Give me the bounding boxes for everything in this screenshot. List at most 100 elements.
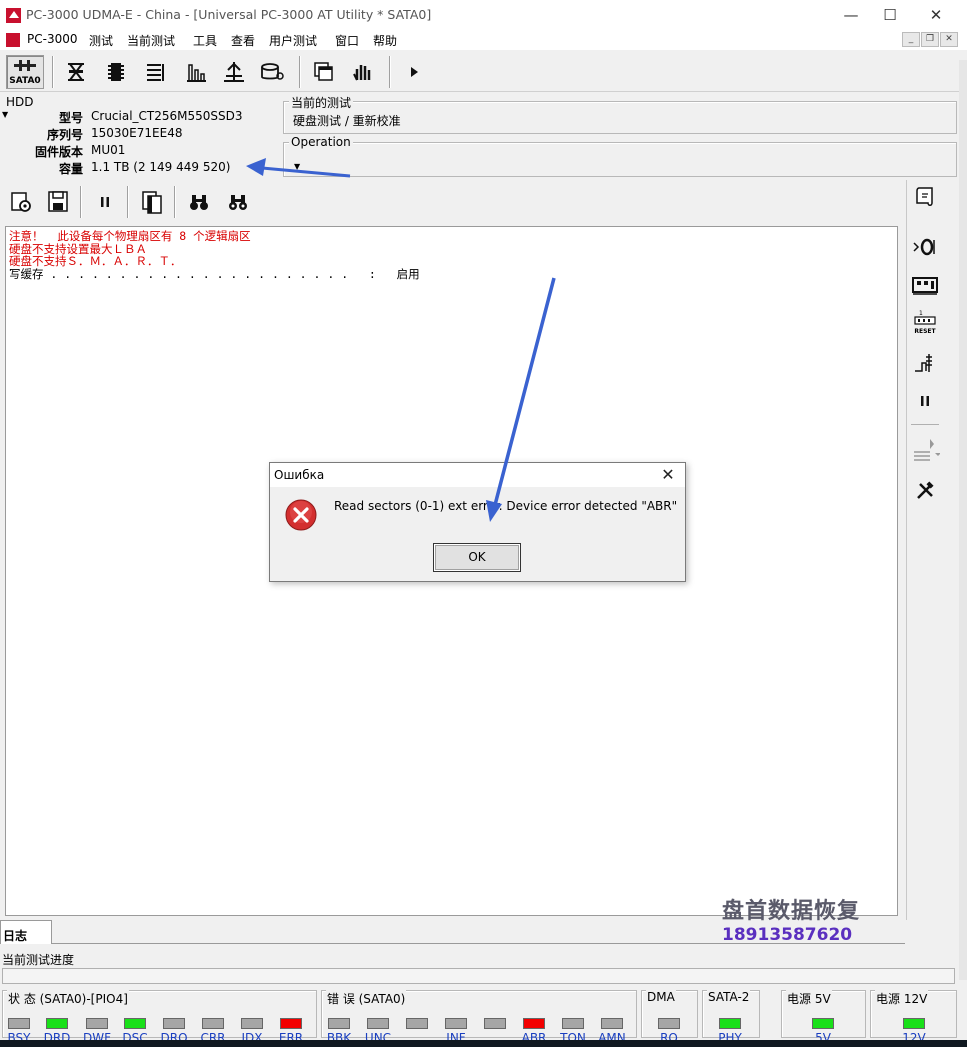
hand-tool-button[interactable] — [347, 57, 377, 87]
model-key: 型号 — [58, 111, 83, 125]
right-edge-strip — [959, 60, 967, 980]
led-indicator — [367, 1018, 389, 1029]
watermark: 盘首数据恢复 18913587620 — [722, 893, 860, 945]
drive-stack-icon — [68, 63, 84, 81]
disk-button[interactable] — [257, 57, 287, 87]
circuit-board-icon — [912, 277, 938, 295]
copy-button[interactable] — [137, 187, 167, 217]
play-icon — [411, 67, 418, 77]
led-indicator — [202, 1018, 224, 1029]
pause-side-button[interactable] — [910, 386, 940, 416]
ok-button[interactable]: OK — [433, 543, 521, 572]
dialog-message: Read sectors (0-1) ext error. Device err… — [334, 499, 678, 513]
led-indicator — [406, 1018, 428, 1029]
maximize-button[interactable]: ☐ — [867, 0, 913, 30]
list-button[interactable] — [141, 57, 171, 87]
reset-icon: RESET 1 — [914, 310, 936, 335]
led-indicator — [445, 1018, 467, 1029]
menu-user-tests[interactable]: 用户测试 — [269, 32, 317, 49]
sata-port-button[interactable]: SATA0 — [6, 55, 44, 89]
window-title: PC-3000 UDMA-E - China - [Universal PC-3… — [26, 7, 432, 22]
menu-pc3000[interactable]: PC-3000 — [27, 32, 77, 46]
error-dialog: Ошибка ✕ Read sectors (0-1) ext error. D… — [269, 462, 686, 582]
menu-current-test[interactable]: 当前测试 — [127, 32, 175, 49]
menu-test[interactable]: 测试 — [89, 32, 113, 49]
app-menu-icon[interactable] — [6, 33, 20, 47]
menu-view[interactable]: 查看 — [231, 32, 255, 49]
toolbar-separator — [80, 186, 82, 218]
board-button[interactable] — [910, 270, 940, 300]
zero-fill-button[interactable] — [910, 232, 940, 262]
reset-button[interactable]: RESET 1 — [910, 308, 940, 338]
progress-bar — [2, 968, 955, 984]
main-toolbar: SATA0 — [0, 52, 967, 92]
led-indicator — [658, 1018, 680, 1029]
svg-text:RESET: RESET — [914, 328, 936, 335]
model-value: Crucial_CT256M550SSD3 — [91, 109, 243, 123]
led-indicator — [241, 1018, 263, 1029]
chip-button[interactable] — [101, 57, 131, 87]
dialog-title-bar: Ошибка ✕ — [270, 463, 685, 487]
menu-help[interactable]: 帮助 — [373, 32, 397, 49]
toolbar-separator — [127, 186, 129, 218]
led-indicator — [86, 1018, 108, 1029]
mdi-close-button[interactable]: ✕ — [940, 32, 958, 47]
binoculars-next-icon — [229, 195, 247, 210]
disabled-step-button[interactable] — [910, 436, 940, 466]
chart-button[interactable] — [181, 57, 211, 87]
tab-log[interactable]: 日志 — [0, 920, 52, 944]
scroll-doc-button[interactable] — [910, 182, 940, 212]
firmware-key: 固件版本 — [34, 145, 83, 159]
pause-icon — [101, 197, 109, 207]
sata-connector-icon — [14, 60, 36, 71]
hdd-serial-row: 序列号 15030E71EE48 — [0, 126, 278, 143]
led-indicator — [523, 1018, 545, 1029]
power-switch-button[interactable] — [910, 348, 940, 378]
head-map-button[interactable] — [219, 57, 249, 87]
dialog-title: Ошибка — [274, 468, 325, 482]
gear-document-icon — [11, 192, 31, 212]
log-line: 注意！ 此设备每个物理扇区有 8 个逻辑扇区 — [9, 229, 251, 243]
windows-button[interactable] — [309, 57, 339, 87]
led-indicator — [280, 1018, 302, 1029]
tools-button[interactable] — [910, 476, 940, 506]
right-toolbar: RESET 1 — [906, 180, 943, 920]
sata-port-label: SATA0 — [9, 76, 41, 86]
firmware-value: MU01 — [91, 143, 126, 157]
led-unlabeled-1 — [398, 1018, 436, 1031]
menu-tools[interactable]: 工具 — [193, 32, 217, 49]
hdd-info-panel: HDD ▼ 型号 Crucial_CT256M550SSD3 序列号 15030… — [0, 93, 278, 177]
mdi-minimize-button[interactable]: _ — [902, 32, 920, 47]
find-next-button[interactable] — [223, 187, 253, 217]
dialog-close-button[interactable]: ✕ — [659, 465, 677, 485]
run-button[interactable] — [399, 57, 429, 87]
status-register-title: 状 态 (SATA0)-[PIO4] — [7, 990, 129, 1007]
error-register-title: 错 误 (SATA0) — [326, 990, 407, 1007]
find-button[interactable] — [184, 187, 214, 217]
toolbar-separator — [299, 56, 301, 88]
led-indicator — [8, 1018, 30, 1029]
mdi-restore-button[interactable]: ❐ — [921, 32, 939, 47]
operation-dropdown-icon[interactable]: ▼ — [294, 162, 300, 171]
settings-button[interactable] — [6, 187, 36, 217]
led-indicator — [601, 1018, 623, 1029]
led-indicator — [812, 1018, 834, 1029]
wrench-hammer-icon — [917, 481, 934, 499]
watermark-company: 盘首数据恢复 — [722, 899, 861, 924]
current-test-value: 硬盘测试 / 重新校准 — [293, 114, 401, 128]
chip-icon — [108, 63, 124, 81]
os-taskbar — [0, 1040, 967, 1047]
led-indicator — [163, 1018, 185, 1029]
title-bar: PC-3000 UDMA-E - China - [Universal PC-3… — [0, 0, 967, 30]
hdd-id-button[interactable] — [61, 57, 91, 87]
pause-button[interactable] — [90, 187, 120, 217]
step-disabled-icon — [914, 439, 940, 461]
log-line: 写缓存 . . . . . . . . . . . . . . . . . . … — [9, 266, 420, 281]
led-indicator — [328, 1018, 350, 1029]
current-test-label: 当前的测试 — [289, 94, 354, 111]
toolbar-separator — [52, 56, 54, 88]
save-log-button[interactable] — [43, 187, 73, 217]
current-test-group: 当前的测试 硬盘测试 / 重新校准 — [283, 94, 957, 134]
close-window-button[interactable]: ✕ — [913, 0, 959, 30]
menu-window[interactable]: 窗口 — [335, 32, 359, 49]
